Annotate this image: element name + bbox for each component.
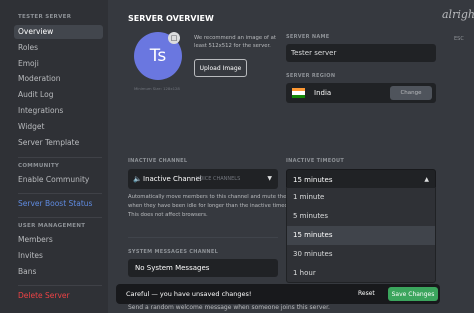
sidebar-divider — [18, 193, 102, 194]
system-messages-select[interactable]: No System Messages — [128, 259, 278, 277]
settings-sidebar: TESTER SERVER Overview Roles Emoji Moder… — [0, 0, 108, 313]
timeout-option-selected[interactable]: 15 minutes — [287, 226, 435, 245]
server-region-field: India Change — [286, 83, 436, 103]
sidebar-item-audit-log[interactable]: Audit Log — [14, 88, 103, 102]
section-divider — [128, 237, 278, 238]
region-name: India — [314, 89, 332, 97]
sidebar-divider — [18, 217, 102, 218]
reset-button[interactable]: Reset — [358, 288, 375, 300]
server-name-input[interactable]: Tester server — [286, 44, 436, 62]
timeout-option[interactable]: 30 minutes — [287, 245, 435, 264]
sidebar-divider — [18, 285, 102, 286]
timeout-dropdown: 1 minute 5 minutes 15 minutes 30 minutes… — [286, 187, 436, 283]
sidebar-item-enable-community[interactable]: Enable Community — [14, 173, 103, 187]
chevron-down-icon: ▼ — [267, 175, 272, 182]
sidebar-item-widget[interactable]: Widget — [14, 120, 103, 134]
settings-content: SERVER OVERVIEW Ts □ Minimum Size: 128x1… — [108, 0, 474, 313]
unsaved-changes-bar: Careful — you have unsaved changes! Rese… — [116, 284, 440, 304]
sidebar-item-integrations[interactable]: Integrations — [14, 104, 103, 118]
inactive-timeout-select[interactable]: 15 minutes ▲ — [286, 169, 436, 188]
sidebar-item-roles[interactable]: Roles — [14, 41, 103, 55]
image-upload-icon[interactable]: □ — [168, 32, 180, 44]
server-name-label: SERVER NAME — [286, 34, 330, 40]
sidebar-item-delete-server[interactable]: Delete Server — [14, 289, 103, 303]
esc-button[interactable]: ESC — [454, 36, 464, 42]
sidebar-item-invites[interactable]: Invites — [14, 249, 103, 263]
sidebar-heading-server: TESTER SERVER — [18, 14, 72, 20]
timeout-option[interactable]: 1 minute — [287, 188, 435, 207]
sidebar-heading-community: COMMUNITY — [18, 163, 60, 169]
inactive-help-text: Automatically move members to this chann… — [128, 194, 295, 218]
inactive-channel-value: Inactive Channel — [143, 175, 202, 183]
sidebar-divider — [18, 157, 102, 158]
timeout-option[interactable]: 5 minutes — [287, 207, 435, 226]
sidebar-item-server-template[interactable]: Server Template — [14, 136, 103, 150]
change-region-button[interactable]: Change — [390, 86, 432, 100]
watermark-logo: alrigh — [442, 8, 474, 21]
sidebar-item-members[interactable]: Members — [14, 233, 103, 247]
upload-image-button[interactable]: Upload Image — [194, 59, 247, 77]
welcome-message-text: Send a random welcome message when someo… — [128, 304, 330, 311]
minimum-size-text: Minimum Size: 128x128 — [134, 86, 180, 91]
system-messages-label: SYSTEM MESSAGES CHANNEL — [128, 249, 219, 255]
sidebar-item-moderation[interactable]: Moderation — [14, 72, 103, 86]
india-flag-icon — [292, 88, 305, 98]
sidebar-item-bans[interactable]: Bans — [14, 265, 103, 279]
avatar-initials: Ts — [149, 46, 167, 66]
sidebar-item-overview[interactable]: Overview — [14, 25, 103, 39]
voice-channels-tag: VOICE CHANNELS — [196, 176, 241, 182]
server-region-label: SERVER REGION — [286, 73, 336, 79]
inactive-channel-select[interactable]: 🔈 Inactive Channel VOICE CHANNELS ▼ — [128, 169, 278, 189]
save-changes-button[interactable]: Save Changes — [388, 287, 438, 301]
inactive-timeout-value: 15 minutes — [293, 176, 333, 184]
page-title: SERVER OVERVIEW — [128, 14, 214, 23]
inactive-channel-label: INACTIVE CHANNEL — [128, 158, 188, 164]
sidebar-item-emoji[interactable]: Emoji — [14, 57, 103, 71]
inactive-timeout-label: INACTIVE TIMEOUT — [286, 158, 345, 164]
system-messages-value: No System Messages — [135, 264, 210, 272]
unsaved-changes-text: Careful — you have unsaved changes! — [126, 290, 252, 298]
sidebar-heading-user-management: USER MANAGEMENT — [18, 223, 86, 229]
recommendation-text: We recommend an image of at least 512x51… — [194, 35, 276, 49]
timeout-option[interactable]: 1 hour — [287, 264, 435, 283]
speaker-icon: 🔈 — [133, 175, 142, 183]
sidebar-item-server-boost-status[interactable]: Server Boost Status — [14, 197, 103, 211]
